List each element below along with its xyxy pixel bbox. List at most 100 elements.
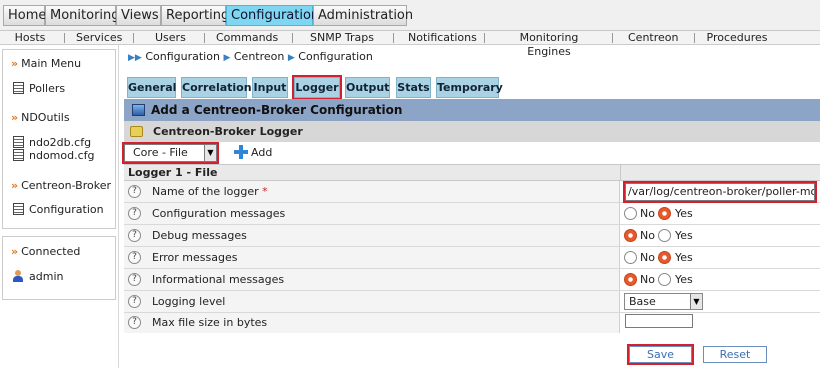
sidebar-ndoutils-header: » NDOutils [11,111,70,124]
sidebar-item-configuration[interactable]: Configuration [13,203,104,216]
tab-stats[interactable]: Stats [396,77,431,98]
logger-table-header: Logger 1 - File [124,164,820,181]
sidebar-divider [118,45,119,368]
sidebar-connected-box: » Connected admin [2,236,116,300]
sidebar-ndoutils-label: NDOutils [21,111,70,124]
tab-general[interactable]: General [127,77,176,98]
radio-no-label: No [640,251,655,264]
breadcrumb-double-arrow-icon: ▶▶ [128,53,142,63]
nav-reporting[interactable]: Reporting [161,5,229,26]
sidebar-connected-label: Connected [21,245,81,258]
reset-button[interactable]: Reset [703,346,767,363]
row-label: Informational messages [152,273,285,286]
logger-name-input[interactable]: /var/log/centreon-broker/poller-module.l… [623,181,817,203]
help-icon[interactable]: ? [128,185,141,198]
row-logging-level: ? Logging level Base ▼ [124,291,820,313]
breadcrumb-configuration-page[interactable]: Configuration [298,50,373,63]
sidebar-centreon-broker-label: Centreon-Broker [21,179,111,192]
tab-temporary[interactable]: Temporary [436,77,503,98]
sub-nav: Hosts Services Users Commands SNMP Traps… [0,31,820,58]
sidebar-main-menu-header: » Main Menu [11,57,81,70]
subnav-services[interactable]: Services [76,31,122,45]
subnav-snmp-traps[interactable]: SNMP Traps [307,31,377,45]
subnav-procedures[interactable]: Procedures [706,31,768,45]
informational-no-radio[interactable] [624,273,637,286]
row-label-cell: ? Name of the logger * [124,181,620,202]
chevron-down-icon[interactable]: ▼ [204,145,216,161]
subnav-notifications[interactable]: Notifications [408,31,477,45]
subnav-monitoring-engines[interactable]: Monitoring Engines [500,31,598,58]
help-icon[interactable]: ? [128,273,141,286]
sidebar-item-ndomod[interactable]: ndomod.cfg [13,149,95,162]
tab-input[interactable]: Input [252,77,288,98]
breadcrumb-centreon[interactable]: Centreon [234,50,284,63]
panel-header: Add a Centreon-Broker Configuration [124,99,820,121]
panel-title: Add a Centreon-Broker Configuration [151,103,403,117]
breadcrumb-arrow-icon: ▶ [287,53,295,63]
debug-no-radio[interactable] [624,229,637,242]
nav-home[interactable]: Home [3,5,46,26]
row-label-cell: ? Debug messages [124,225,620,246]
document-icon [13,149,24,161]
nav-monitoring[interactable]: Monitoring [45,5,120,26]
tab-output[interactable]: Output [345,77,390,98]
configuration-no-radio[interactable] [624,207,637,220]
max-file-size-input[interactable] [625,314,693,328]
breadcrumb-arrow-icon: ▶ [223,53,231,63]
sidebar-item-pollers[interactable]: Pollers [13,82,65,95]
subnav-users[interactable]: Users [155,31,186,45]
subnav-divider [393,33,394,43]
subnav-commands[interactable]: Commands [216,31,278,45]
help-icon[interactable]: ? [128,295,141,308]
subnav-centreon[interactable]: Centreon [628,31,678,45]
save-button[interactable]: Save [627,344,694,365]
informational-yes-radio[interactable] [658,273,671,286]
row-label-cell: ? Max file size in bytes [124,313,620,333]
configuration-yes-radio[interactable] [658,207,671,220]
sidebar-menu-box: » Main Menu Pollers » NDOutils ndo2db.cfg … [2,49,116,229]
sidebar-main-menu-label: Main Menu [21,57,82,70]
row-max-file-size: ? Max file size in bytes [124,313,820,335]
error-no-radio[interactable] [624,251,637,264]
breadcrumb-configuration[interactable]: Configuration [145,50,220,63]
nav-administration[interactable]: Administration [313,5,413,26]
row-informational-messages: ? Informational messages No Yes [124,269,820,291]
sidebar-item-label: ndo2db.cfg [29,136,92,149]
help-icon[interactable]: ? [128,316,141,329]
help-icon[interactable]: ? [128,229,141,242]
section-header: Centreon-Broker Logger [124,121,820,142]
add-logger-button[interactable]: Add [234,144,272,162]
logging-level-select[interactable]: Base ▼ [624,293,703,310]
plus-icon [234,145,248,159]
chevron-down-icon[interactable]: ▼ [690,294,702,309]
row-error-messages: ? Error messages No Yes [124,247,820,269]
radio-no-label: No [640,273,655,286]
row-label: Logging level [152,295,226,308]
sidebar-user[interactable]: admin [13,270,63,283]
nav-configuration[interactable]: Configuration [226,5,319,26]
help-icon[interactable]: ? [128,207,141,220]
logger-type-select[interactable]: Core - File ▼ [122,142,219,164]
tab-correlation[interactable]: Correlation [181,77,252,98]
sidebar-user-label: admin [29,270,64,283]
help-icon[interactable]: ? [128,251,141,264]
subnav-divider [484,33,485,43]
tab-logger[interactable]: Logger [292,75,342,100]
sidebar-centreon-broker-header: » Centreon-Broker [11,179,111,192]
subnav-divider [292,33,293,43]
sidebar-item-ndo2db[interactable]: ndo2db.cfg [13,136,91,149]
row-debug-messages: ? Debug messages No Yes [124,225,820,247]
radio-no-label: No [640,229,655,242]
sidebar-item-label: ndomod.cfg [29,149,95,162]
nav-views[interactable]: Views [116,5,161,26]
debug-yes-radio[interactable] [658,229,671,242]
radio-no-label: No [640,207,655,220]
error-yes-radio[interactable] [658,251,671,264]
chevron-right-icon: » [11,111,19,124]
row-configuration-messages: ? Configuration messages No Yes [124,203,820,225]
subnav-hosts[interactable]: Hosts [14,31,46,45]
subnav-divider [694,33,695,43]
user-icon [13,270,23,282]
top-nav: Home Monitoring Views Reporting Configur… [0,0,820,31]
breadcrumb: ▶▶ Configuration ▶ Centreon ▶ Configurat… [128,50,373,64]
